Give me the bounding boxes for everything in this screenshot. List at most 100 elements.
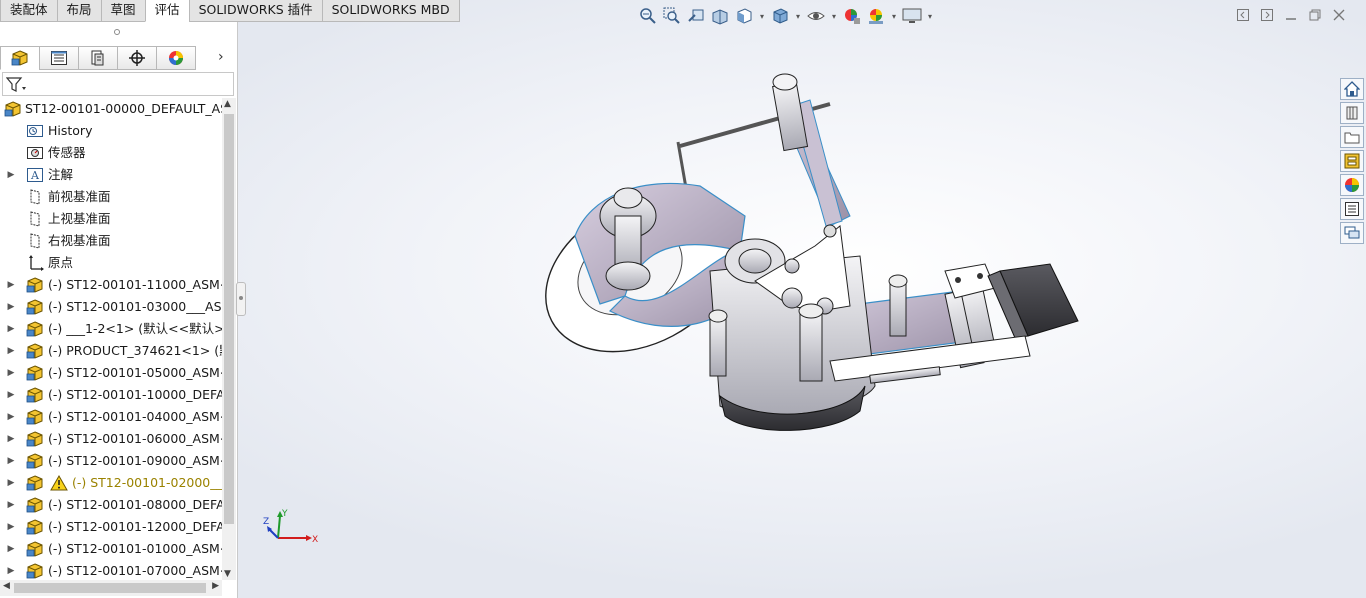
design-library-tab[interactable] (1340, 102, 1364, 124)
view-palette-tab[interactable] (1340, 150, 1364, 172)
edit-appearance-icon[interactable] (842, 6, 862, 26)
collapse-left-icon[interactable] (1236, 8, 1250, 22)
expand-arrow-icon[interactable]: ▶ (6, 428, 16, 450)
chevron-down-icon[interactable]: ▾ (926, 6, 934, 26)
tree-item[interactable]: 前视基准面 (0, 186, 222, 208)
appearances-tab[interactable] (1340, 174, 1364, 196)
command-tab[interactable]: SOLIDWORKS 插件 (188, 0, 323, 22)
expand-arrow-icon[interactable]: ▶ (6, 340, 16, 362)
property-manager-tab[interactable] (39, 46, 79, 70)
apply-scene-icon[interactable] (866, 6, 886, 26)
chevron-down-icon[interactable]: ▾ (794, 6, 802, 26)
component-icon (26, 475, 43, 491)
home-icon (1344, 81, 1360, 97)
tree-item[interactable]: ▶ (-) ST12-00101-03000___ASM (0, 296, 222, 318)
minimize-icon[interactable] (1284, 8, 1298, 22)
tree-item[interactable]: ▶ (-) ST12-00101-09000_ASM<1 (0, 450, 222, 472)
expand-arrow-icon[interactable]: ▶ (6, 318, 16, 340)
forum-tab[interactable] (1340, 222, 1364, 244)
command-tab[interactable]: 草图 (100, 0, 146, 22)
command-tab[interactable]: SOLIDWORKS MBD (321, 0, 460, 22)
tree-item[interactable]: ▶ (-) ST12-00101-06000_ASM<1 (0, 428, 222, 450)
tree-item[interactable]: History (0, 120, 222, 142)
tree-item[interactable]: ▶ A 注解 (0, 164, 222, 186)
zoom-to-area-icon[interactable] (662, 6, 682, 26)
tree-item-label: (-) ST12-00101-01000_ASM<1 (48, 541, 222, 556)
tree-item-label: 注解 (48, 167, 74, 182)
expand-arrow-icon[interactable]: ▶ (6, 450, 16, 472)
dimxpert-manager-tab[interactable] (117, 46, 157, 70)
panel-splitter[interactable] (236, 282, 246, 316)
tree-item[interactable]: 上视基准面 (0, 208, 222, 230)
expand-arrow-icon[interactable]: ▶ (6, 516, 16, 538)
tree-item-label: (-) ST12-00101-10000_DEFAUL (48, 387, 222, 402)
expand-arrow-icon[interactable]: ▶ (6, 362, 16, 384)
chevron-down-icon[interactable]: ▾ (758, 6, 766, 26)
display-manager-tab[interactable] (156, 46, 196, 70)
restore-icon[interactable] (1308, 8, 1322, 22)
collapse-right-icon[interactable] (1260, 8, 1274, 22)
expand-arrow-icon[interactable]: ▶ (6, 406, 16, 428)
tree-item[interactable]: ▶ (-) ST12-00101-01000_ASM<1 (0, 538, 222, 560)
tree-item[interactable]: 原点 (0, 252, 222, 274)
expand-arrow-icon[interactable]: ▶ (6, 274, 16, 296)
configuration-manager-tab[interactable] (78, 46, 118, 70)
chevron-right-icon[interactable]: › (218, 49, 224, 65)
origin-icon (29, 255, 44, 271)
tree-horizontal-scrollbar[interactable]: ◀ ▶ (0, 580, 222, 596)
scroll-up-icon[interactable]: ▲ (224, 99, 231, 109)
hide-show-icon[interactable] (806, 6, 826, 26)
view-orientation-icon[interactable] (734, 6, 754, 26)
tree-item[interactable]: ▶ (-) ST12-00101-05000_ASM<1 (0, 362, 222, 384)
home-tab[interactable] (1340, 78, 1364, 100)
tree-item[interactable]: 传感器 (0, 142, 222, 164)
peel-plate (987, 263, 1079, 339)
custom-properties-tab[interactable] (1340, 198, 1364, 220)
command-tab[interactable]: 布局 (56, 0, 102, 22)
view-settings-icon[interactable] (902, 6, 922, 26)
previous-view-icon[interactable] (686, 6, 706, 26)
file-explorer-tab[interactable] (1340, 126, 1364, 148)
expand-arrow-icon[interactable]: ▶ (6, 538, 16, 560)
tree-item[interactable]: ▶ (-) ST12-00101-02000___E (0, 472, 222, 494)
chevron-down-icon[interactable]: ▾ (830, 6, 838, 26)
component-icon (26, 541, 43, 557)
tree-filter[interactable] (2, 72, 234, 96)
panel-collapse-handle[interactable] (0, 22, 236, 42)
display-style-icon[interactable] (770, 6, 790, 26)
expand-arrow-icon[interactable]: ▶ (6, 164, 16, 186)
tree-item[interactable]: ▶ (-) PRODUCT_374621<1> (默认 (0, 340, 222, 362)
scroll-left-icon[interactable]: ◀ (3, 581, 10, 591)
scroll-right-icon[interactable]: ▶ (212, 581, 219, 591)
tree-item[interactable]: ▶ (-) ST12-00101-04000_ASM<1 (0, 406, 222, 428)
tree-item-label: (-) ST12-00101-09000_ASM<1 (48, 453, 222, 468)
tree-root[interactable]: ST12-00101-00000_DEFAULT_ASM (0, 98, 222, 120)
close-icon[interactable] (1332, 8, 1346, 22)
expand-arrow-icon[interactable]: ▶ (6, 560, 16, 580)
scrollbar-thumb[interactable] (14, 583, 206, 593)
expand-arrow-icon[interactable]: ▶ (6, 384, 16, 406)
tree-item[interactable]: ▶ (-) ST12-00101-11000_ASM<1 (0, 274, 222, 296)
tree-item-label: 上视基准面 (48, 211, 111, 226)
expand-arrow-icon[interactable]: ▶ (6, 296, 16, 318)
component-icon (26, 365, 43, 381)
expand-arrow-icon[interactable]: ▶ (6, 472, 16, 494)
feature-manager-tab[interactable] (0, 46, 40, 70)
tree-item[interactable]: ▶ (-) ST12-00101-10000_DEFAUL (0, 384, 222, 406)
zoom-to-fit-icon[interactable] (638, 6, 658, 26)
manager-tabs (0, 46, 196, 70)
tree-item[interactable]: ▶ (-) ___1-2<1> (默认<<默认>_显 (0, 318, 222, 340)
tree-vertical-scrollbar[interactable]: ▲ ▼ (222, 98, 236, 580)
tree-item[interactable]: 右视基准面 (0, 230, 222, 252)
chevron-down-icon[interactable]: ▾ (890, 6, 898, 26)
scroll-down-icon[interactable]: ▼ (224, 569, 231, 579)
tree-item[interactable]: ▶ (-) ST12-00101-12000_DEFAUL (0, 516, 222, 538)
scrollbar-thumb[interactable] (224, 114, 234, 524)
tree-item[interactable]: ▶ (-) ST12-00101-07000_ASM<1 (0, 560, 222, 580)
command-tab[interactable]: 装配体 (0, 0, 58, 22)
tree-item[interactable]: ▶ (-) ST12-00101-08000_DEFAUL (0, 494, 222, 516)
assembly-3d-model[interactable] (530, 66, 1090, 436)
command-tab[interactable]: 评估 (144, 0, 190, 22)
expand-arrow-icon[interactable]: ▶ (6, 494, 16, 516)
section-view-icon[interactable] (710, 6, 730, 26)
